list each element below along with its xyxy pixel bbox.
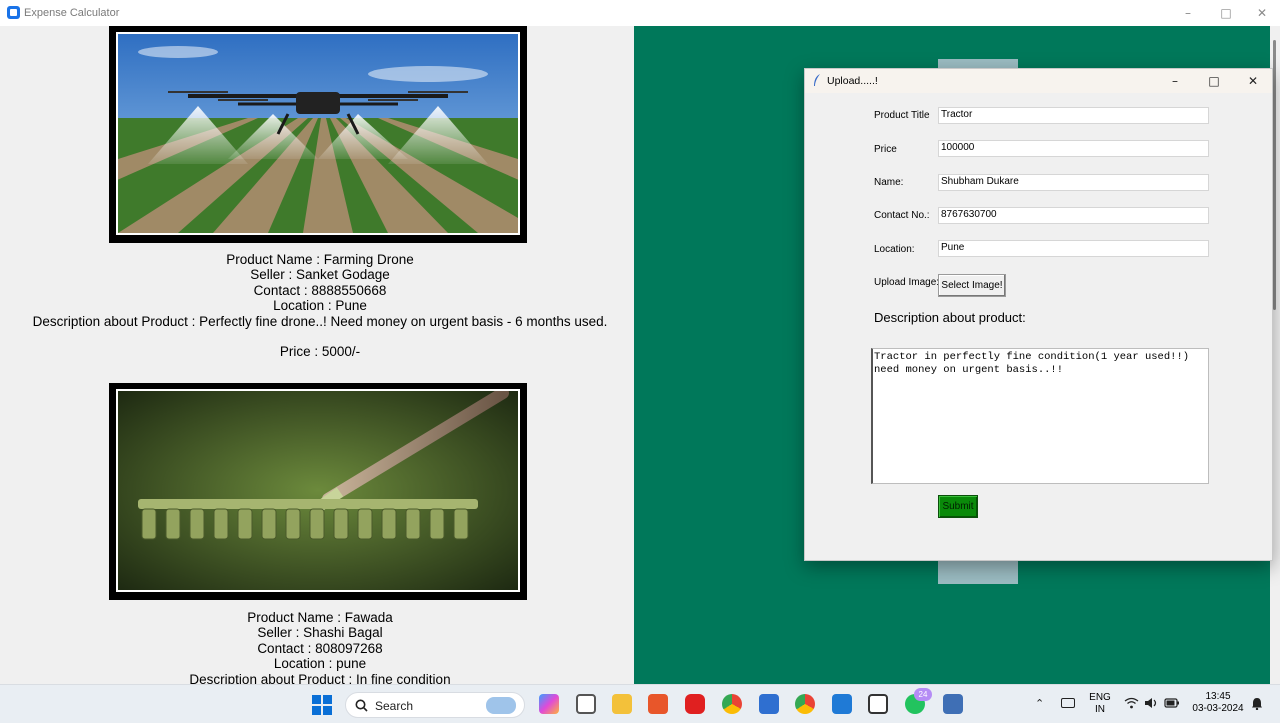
vscode-icon[interactable] — [832, 694, 852, 714]
search-highlight-icon — [486, 697, 516, 714]
product-seller: Seller : Sanket Godage — [250, 267, 390, 283]
dialog-maximize-icon[interactable]: □ — [1204, 72, 1224, 90]
language-line1: ENG — [1089, 692, 1111, 703]
pale-bar-bottom — [938, 560, 1018, 584]
upload-dialog: Upload.....! – □ ✕ Product Title Tractor… — [804, 68, 1273, 561]
product-description: Description about Product : In fine cond… — [189, 671, 451, 684]
chrome-profile-icon[interactable] — [795, 694, 815, 714]
price-label: Price — [874, 144, 897, 155]
product-price: Price : 5000/- — [279, 344, 361, 360]
product-image-frame — [109, 26, 527, 243]
farming-drone-photo — [116, 32, 520, 235]
windows-start-icon[interactable] — [312, 695, 332, 715]
product-info: Product Name : Fawada Seller : Shashi Ba… — [0, 610, 634, 684]
keyboard-icon[interactable] — [1061, 698, 1075, 708]
app-window-icon — [7, 6, 20, 19]
minimize-icon[interactable]: – — [1178, 4, 1198, 22]
product-seller: Seller : Shashi Bagal — [257, 625, 383, 641]
contact-input[interactable]: 8767630700 — [938, 207, 1209, 224]
task-view-icon[interactable] — [576, 694, 596, 714]
product-title-input[interactable]: Tractor — [938, 107, 1209, 124]
scrollbar-thumb[interactable] — [1273, 40, 1276, 310]
bell-icon[interactable] — [1251, 697, 1263, 710]
language-line2: IN — [1095, 704, 1105, 715]
dialog-title: Upload.....! — [827, 75, 878, 87]
product-location: Location : Pune — [273, 298, 367, 314]
battery-icon[interactable] — [1164, 697, 1180, 709]
location-input[interactable]: Pune — [938, 240, 1209, 257]
product-image-frame — [109, 383, 527, 600]
search-label: Search — [375, 699, 414, 713]
notepad-icon[interactable] — [759, 694, 779, 714]
product-title-label: Product Title — [874, 110, 930, 121]
price-input[interactable]: 100000 — [938, 140, 1209, 157]
wifi-icon[interactable] — [1124, 697, 1139, 709]
chevron-up-icon[interactable]: ⌃ — [1035, 697, 1044, 710]
copilot-icon[interactable] — [539, 694, 559, 714]
clock[interactable]: 13:45 03-03-2024 — [1186, 691, 1250, 715]
dialog-close-icon[interactable]: ✕ — [1243, 72, 1263, 90]
upload-image-label: Upload Image: — [874, 277, 940, 288]
description-textarea[interactable]: Tractor in perfectly fine condition(1 ye… — [871, 348, 1209, 484]
product-contact: Contact : 8888550668 — [253, 282, 387, 298]
file-explorer-icon[interactable] — [612, 694, 632, 714]
python-icon[interactable] — [943, 694, 963, 714]
whatsapp-badge: 24 — [914, 688, 932, 701]
volume-icon[interactable] — [1144, 697, 1159, 709]
feather-icon — [814, 74, 820, 86]
dialog-minimize-icon[interactable]: – — [1165, 72, 1185, 90]
app-icon[interactable] — [648, 694, 668, 714]
product-info: Product Name : Farming Drone Seller : Sa… — [0, 252, 634, 359]
search-box[interactable]: Search — [345, 692, 525, 718]
chrome-icon[interactable] — [722, 694, 742, 714]
product-name: Product Name : Fawada — [247, 610, 393, 625]
youtube-icon[interactable] — [685, 694, 705, 714]
product-listing-panel[interactable]: Product Name : Farming Drone Seller : Sa… — [0, 26, 634, 684]
clock-date: 03-03-2024 — [1192, 703, 1244, 714]
name-input[interactable]: Shubham Dukare — [938, 174, 1209, 191]
dialog-titlebar: Upload.....! – □ ✕ — [805, 69, 1272, 93]
submit-button[interactable]: Submit — [938, 495, 978, 518]
location-label: Location: — [874, 244, 915, 255]
garden-rake-photo — [116, 389, 520, 592]
product-location: Location : pune — [273, 656, 367, 672]
snipping-icon[interactable] — [868, 694, 888, 714]
maximize-icon[interactable]: □ — [1216, 4, 1236, 22]
description-heading: Description about product: — [874, 310, 1026, 325]
contact-label: Contact No.: — [874, 210, 930, 221]
select-image-button[interactable]: Select Image! — [938, 274, 1006, 297]
product-contact: Contact : 808097268 — [257, 640, 383, 656]
name-label: Name: — [874, 177, 904, 188]
taskbar: Search 24 ⌃ ENG IN 13:45 03-03-2024 — [0, 684, 1280, 723]
product-name: Product Name : Farming Drone — [226, 252, 414, 267]
main-titlebar: Expense Calculator – □ ✕ — [0, 0, 1280, 26]
clock-time: 13:45 — [1205, 691, 1231, 702]
language-indicator[interactable]: ENG IN — [1086, 692, 1114, 716]
search-icon — [355, 699, 368, 712]
close-icon[interactable]: ✕ — [1252, 4, 1272, 22]
main-window-title: Expense Calculator — [24, 7, 120, 19]
product-description: Description about Product : Perfectly fi… — [32, 313, 608, 329]
